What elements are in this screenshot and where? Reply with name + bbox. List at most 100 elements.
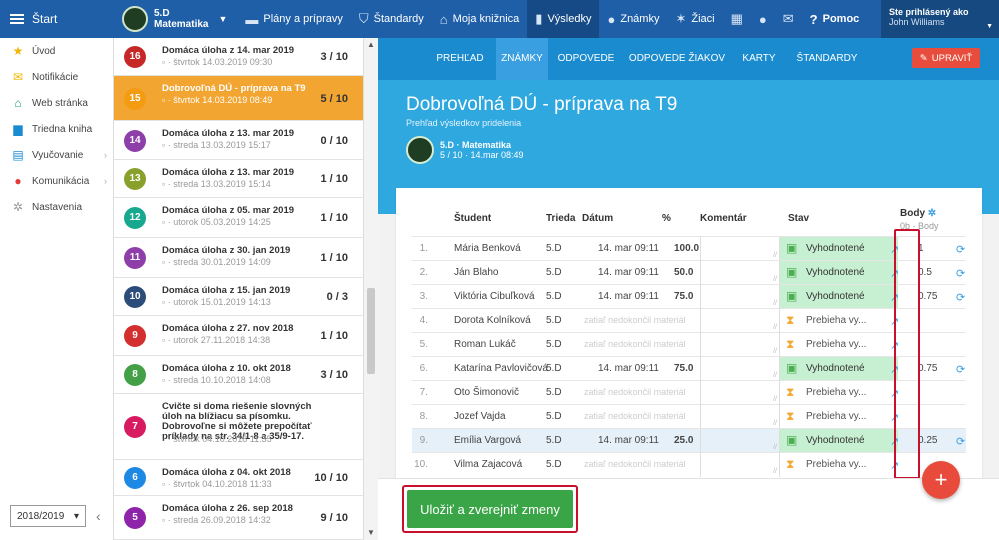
assignment-item[interactable]: 8 Domáca úloha z 10. okt 2018 ▫ · streda 1…: [114, 356, 363, 394]
comment-input[interactable]: [700, 333, 780, 357]
nav-plans[interactable]: ▬ Plány a prípravy: [237, 0, 350, 38]
grid-button[interactable]: ▦: [723, 0, 751, 38]
assignment-item[interactable]: 9 Domáca úloha z 27. nov 2018 ▫ · utorok 2…: [114, 316, 363, 356]
chevron-right-icon: ›: [104, 150, 107, 160]
sidebar-item-0[interactable]: ★ Úvod: [0, 38, 113, 64]
header-points-label: Body: [900, 208, 925, 219]
tab-0[interactable]: PREHĽAD: [428, 38, 492, 80]
header-state[interactable]: Stav: [788, 213, 809, 224]
comment-input[interactable]: [700, 285, 780, 309]
cell-student[interactable]: Emília Vargová: [454, 435, 521, 446]
assignment-title: Domáca úloha z 14. mar 2019: [162, 45, 295, 56]
assignment-item[interactable]: 7 Cvičte si doma riešenie slovných úloh n…: [114, 394, 363, 460]
sync-icon[interactable]: ⟳: [956, 243, 965, 256]
assignment-item[interactable]: 6 Domáca úloha z 04. okt 2018 ▫ · štvrtok …: [114, 460, 363, 496]
cell-student[interactable]: Katarína Pavlovičová: [454, 363, 548, 374]
tab-1[interactable]: ZNÁMKY: [496, 38, 548, 80]
comment-input[interactable]: [700, 381, 780, 405]
class-selector[interactable]: 5.D Matematika ▼: [112, 0, 237, 38]
chat-button[interactable]: ●: [751, 0, 775, 38]
nav-standards[interactable]: ⛉ Štandardy: [351, 0, 432, 38]
document-check-icon: ▣: [786, 289, 798, 303]
cell-state: ⧗ Prebieha vy...: [780, 453, 898, 477]
save-and-publish-button[interactable]: Uložiť a zverejniť zmeny: [407, 490, 573, 528]
add-button[interactable]: +: [922, 461, 960, 499]
cell-student[interactable]: Jozef Vajda: [454, 411, 506, 422]
start-menu-button[interactable]: Štart: [0, 0, 112, 38]
students-icon: ✶: [675, 11, 687, 26]
calendar-icon: ▫ ·: [162, 217, 174, 227]
class-label: 5.D · Matematika: [440, 140, 512, 150]
comment-input[interactable]: [700, 261, 780, 285]
help-button[interactable]: ? Pomoc: [802, 0, 868, 38]
assignment-title: Domáca úloha z 13. mar 2019: [162, 128, 295, 139]
nav-results[interactable]: ▮ Výsledky: [527, 0, 600, 38]
comment-input[interactable]: [700, 309, 780, 333]
comment-input[interactable]: [700, 453, 780, 477]
assignment-item[interactable]: 11 Domáca úloha z 30. jan 2019 ▫ · streda …: [114, 238, 363, 278]
scroll-thumb[interactable]: [367, 288, 375, 374]
cell-student[interactable]: Vilma Zajacová: [454, 459, 522, 470]
header-class[interactable]: Trieda: [546, 213, 575, 224]
library-icon: ⌂: [439, 11, 448, 27]
cell-student[interactable]: Viktória Cibuľková: [454, 291, 535, 302]
messages-button[interactable]: ✉: [775, 0, 802, 38]
scroll-down-icon[interactable]: ▼: [367, 528, 375, 537]
grades-icon: ●: [607, 11, 616, 27]
sync-icon[interactable]: ⟳: [956, 267, 965, 280]
tab-3[interactable]: ODPOVEDE ŽIAKOV: [626, 38, 728, 80]
assignment-score: 1 / 10: [320, 173, 348, 185]
tab-4[interactable]: KARTY: [734, 38, 784, 80]
assignment-item[interactable]: 10 Domáca úloha z 15. jan 2019 ▫ · utorok …: [114, 278, 363, 316]
sync-icon[interactable]: ⟳: [956, 435, 965, 448]
edit-button[interactable]: ✎ UPRAVIŤ: [912, 48, 980, 68]
shield-icon: ⛉: [358, 11, 369, 26]
assignment-item[interactable]: 5 Domáca úloha z 26. sep 2018 ▫ · streda 2…: [114, 496, 363, 540]
school-year-select[interactable]: 2018/2019 ▾: [10, 505, 86, 527]
tab-5[interactable]: ŠTANDARDY: [788, 38, 866, 80]
nav-grades[interactable]: ● Známky: [599, 0, 667, 38]
school-year-value: 2018/2019: [17, 510, 65, 522]
assignment-item[interactable]: 15 Dobrovoľná DÚ - príprava na T9 ▫ · štvr…: [114, 76, 363, 121]
header-percent[interactable]: %: [662, 213, 671, 224]
sidebar-item-3[interactable]: ▆ Triedna kniha: [0, 116, 113, 142]
gear-icon: ✲: [12, 200, 24, 214]
assignment-item[interactable]: 12 Domáca úloha z 05. mar 2019 ▫ · utorok …: [114, 198, 363, 238]
sidebar-item-1[interactable]: ✉ Notifikácie: [0, 64, 113, 90]
sidebar-item-2[interactable]: ⌂ Web stránka: [0, 90, 113, 116]
cell-student[interactable]: Dorota Kolníková: [454, 315, 531, 326]
sidebar-item-label: Úvod: [32, 45, 56, 57]
assignment-list-scrollbar[interactable]: ▲ ▼: [364, 38, 378, 540]
nav-students[interactable]: ✶ Žiaci: [667, 0, 722, 38]
header-student[interactable]: Študent: [454, 213, 491, 224]
gear-icon[interactable]: ✲: [928, 208, 936, 219]
assignment-item[interactable]: 13 Domáca úloha z 13. mar 2019 ▫ · streda …: [114, 160, 363, 198]
assignment-item[interactable]: 14 Domáca úloha z 13. mar 2019 ▫ · streda …: [114, 121, 363, 160]
assignment-item[interactable]: 16 Domáca úloha z 14. mar 2019 ▫ · štvrtok…: [114, 38, 363, 76]
nav-library[interactable]: ⌂ Moja knižnica: [432, 0, 528, 38]
comment-input[interactable]: [700, 405, 780, 429]
user-menu[interactable]: Ste prihlásený ako John Williams ▼: [881, 0, 999, 38]
help-label: Pomoc: [822, 13, 860, 25]
sidebar-item-6[interactable]: ✲ Nastavenia: [0, 194, 113, 220]
scroll-up-icon[interactable]: ▲: [367, 40, 375, 49]
cell-student[interactable]: Roman Lukáč: [454, 339, 516, 350]
sync-icon[interactable]: ⟳: [956, 291, 965, 304]
bar-chart-icon: ▮: [535, 11, 543, 26]
cell-student[interactable]: Ján Blaho: [454, 267, 498, 278]
tab-2[interactable]: ODPOVEDE: [554, 38, 618, 80]
sync-icon[interactable]: ⟳: [956, 363, 965, 376]
sidebar-item-4[interactable]: ▤ Vyučovanie ›: [0, 142, 113, 168]
cell-student[interactable]: Oto Šimonovič: [454, 387, 519, 398]
comment-input[interactable]: [700, 429, 780, 453]
comment-input[interactable]: [700, 237, 780, 261]
assignment-number-badge: 8: [124, 364, 146, 386]
header-date[interactable]: Dátum: [582, 213, 613, 224]
state-label: Prebieha vy...: [806, 459, 867, 470]
comment-input[interactable]: [700, 357, 780, 381]
assignment-class-info: 5.D · Matematika 5 / 10 · 14.mar 08:49: [406, 136, 524, 164]
collapse-sidebar-icon[interactable]: ‹: [96, 508, 101, 524]
assignment-number-badge: 5: [124, 507, 146, 529]
cell-student[interactable]: Mária Benková: [454, 243, 521, 254]
sidebar-item-5[interactable]: ● Komunikácia ›: [0, 168, 113, 194]
